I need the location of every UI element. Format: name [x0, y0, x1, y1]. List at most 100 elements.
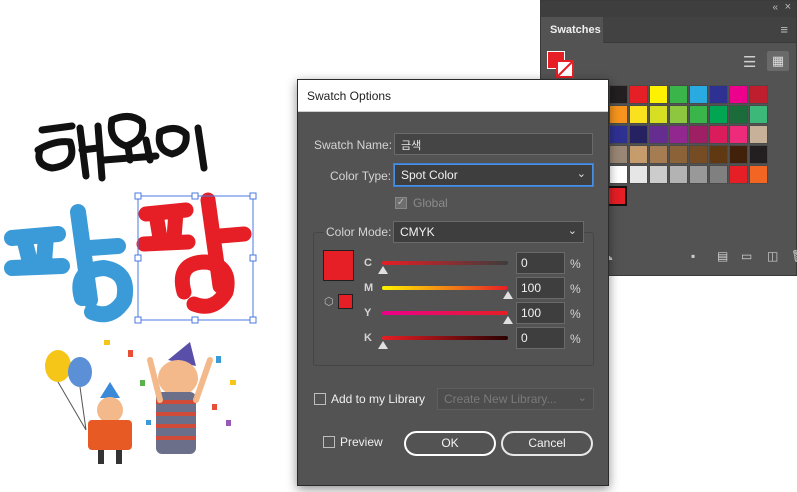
swatch-cell[interactable] — [669, 105, 688, 124]
channel-m-label: M — [364, 282, 374, 294]
list-view-icon[interactable]: ☰ — [743, 53, 756, 71]
swatch-cell[interactable] — [629, 85, 648, 104]
swatch-cell[interactable] — [669, 145, 688, 164]
channel-y-slider[interactable] — [382, 311, 508, 315]
swatch-cell[interactable] — [729, 85, 748, 104]
add-to-library-label: Add to my Library — [331, 392, 426, 406]
blue-lettering — [4, 204, 133, 323]
hamburger-menu-icon[interactable]: ≡ — [780, 22, 788, 37]
swatch-cell[interactable] — [709, 85, 728, 104]
swatch-cell[interactable] — [729, 165, 748, 184]
cube-gamut-icon[interactable]: ⬡ — [324, 295, 334, 308]
panel-tabbar: Swatches ≡ — [541, 17, 796, 43]
show-kinds-icon[interactable]: ▪ — [691, 249, 695, 263]
swatch-cell[interactable] — [749, 165, 768, 184]
channel-k-input[interactable]: 0 — [516, 327, 565, 349]
swatch-cell[interactable] — [689, 145, 708, 164]
swatch-cell[interactable] — [729, 105, 748, 124]
chevron-down-icon: ⌄ — [576, 168, 586, 180]
swatch-cell[interactable] — [749, 105, 768, 124]
new-swatch-icon[interactable]: ◫ — [767, 249, 778, 263]
swatch-cell[interactable] — [649, 165, 668, 184]
channel-c-slider[interactable] — [382, 261, 508, 265]
collapse-icon[interactable]: « — [772, 2, 778, 13]
swatch-cell[interactable] — [749, 125, 768, 144]
channel-k-slider[interactable] — [382, 336, 508, 340]
swatch-cell[interactable] — [609, 105, 628, 124]
swatch-cell[interactable] — [629, 165, 648, 184]
swatch-cell[interactable] — [749, 145, 768, 164]
stroke-none-slash-icon — [557, 61, 573, 77]
artwork-illustration — [4, 113, 257, 464]
swatch-cell[interactable] — [689, 165, 708, 184]
tab-swatches[interactable]: Swatches — [541, 17, 603, 43]
swatch-cell[interactable] — [689, 105, 708, 124]
kid-orange — [88, 382, 132, 464]
channel-y-thumb[interactable] — [503, 316, 513, 324]
channel-c-thumb[interactable] — [378, 266, 388, 274]
gamut-color-swatch[interactable] — [338, 294, 353, 309]
swatch-cell[interactable] — [709, 145, 728, 164]
channel-k-thumb[interactable] — [378, 341, 388, 349]
swatch-grid — [609, 85, 769, 185]
add-to-library-checkbox[interactable] — [314, 393, 326, 405]
cancel-button[interactable]: Cancel — [501, 431, 593, 456]
trash-icon[interactable]: 🗑 — [791, 249, 797, 263]
color-type-value: Spot Color — [401, 168, 458, 182]
swatch-name-input[interactable]: 금색 — [394, 133, 593, 155]
swatch-cell[interactable] — [709, 165, 728, 184]
channel-c-label: C — [364, 257, 372, 269]
swatch-cell[interactable] — [749, 85, 768, 104]
channel-m-thumb[interactable] — [503, 291, 513, 299]
swatch-options-icon[interactable]: ▤ — [717, 249, 728, 263]
swatch-cell[interactable] — [669, 85, 688, 104]
selected-swatch[interactable] — [607, 186, 627, 206]
channel-y-input[interactable]: 100 — [516, 302, 565, 324]
swatch-cell[interactable] — [629, 105, 648, 124]
swatch-cell[interactable] — [649, 105, 668, 124]
grid-view-icon[interactable]: ▦ — [767, 51, 789, 71]
close-icon[interactable]: × — [785, 1, 791, 13]
swatch-cell[interactable] — [729, 145, 748, 164]
channel-m-input[interactable]: 100 — [516, 277, 565, 299]
channel-m-unit: % — [570, 282, 581, 296]
artwork-canvas — [0, 0, 300, 492]
panel-titlebar[interactable]: « × — [541, 1, 796, 17]
swatch-cell[interactable] — [709, 125, 728, 144]
ok-button[interactable]: OK — [404, 431, 496, 456]
channel-y-unit: % — [570, 307, 581, 321]
channel-c-input[interactable]: 0 — [516, 252, 565, 274]
swatch-cell[interactable] — [609, 125, 628, 144]
global-checkbox[interactable]: ✓ — [395, 197, 407, 209]
swatch-cell[interactable] — [609, 145, 628, 164]
swatch-cell[interactable] — [709, 105, 728, 124]
swatch-cell[interactable] — [649, 145, 668, 164]
channel-k-unit: % — [570, 332, 581, 346]
swatch-cell[interactable] — [629, 125, 648, 144]
chevron-down-icon: ⌄ — [567, 225, 577, 237]
red-lettering[interactable] — [136, 192, 252, 314]
swatch-cell[interactable] — [609, 165, 628, 184]
color-mode-value: CMYK — [400, 225, 435, 239]
swatch-cell[interactable] — [669, 165, 688, 184]
color-type-select[interactable]: Spot Color ⌄ — [394, 164, 593, 186]
new-group-icon[interactable]: ▭ — [741, 249, 752, 263]
library-select: Create New Library... ⌄ — [437, 388, 594, 410]
preview-checkbox[interactable] — [323, 436, 335, 448]
swatch-cell[interactable] — [649, 125, 668, 144]
swatch-cell[interactable] — [729, 125, 748, 144]
swatch-cell[interactable] — [689, 125, 708, 144]
swatch-cell[interactable] — [689, 85, 708, 104]
color-mode-select[interactable]: CMYK ⌄ — [393, 221, 584, 243]
global-label: Global — [413, 196, 448, 210]
color-type-label: Color Type: — [330, 169, 392, 183]
swatch-cell[interactable] — [669, 125, 688, 144]
channel-m-slider[interactable] — [382, 286, 508, 290]
swatch-options-dialog: Swatch Options Swatch Name: 금색 Color Typ… — [297, 79, 609, 486]
kid-striped — [147, 342, 213, 454]
library-select-value: Create New Library... — [444, 392, 557, 406]
swatch-cell[interactable] — [649, 85, 668, 104]
swatch-cell[interactable] — [629, 145, 648, 164]
swatch-cell[interactable] — [609, 85, 628, 104]
dialog-titlebar[interactable]: Swatch Options — [298, 80, 608, 112]
